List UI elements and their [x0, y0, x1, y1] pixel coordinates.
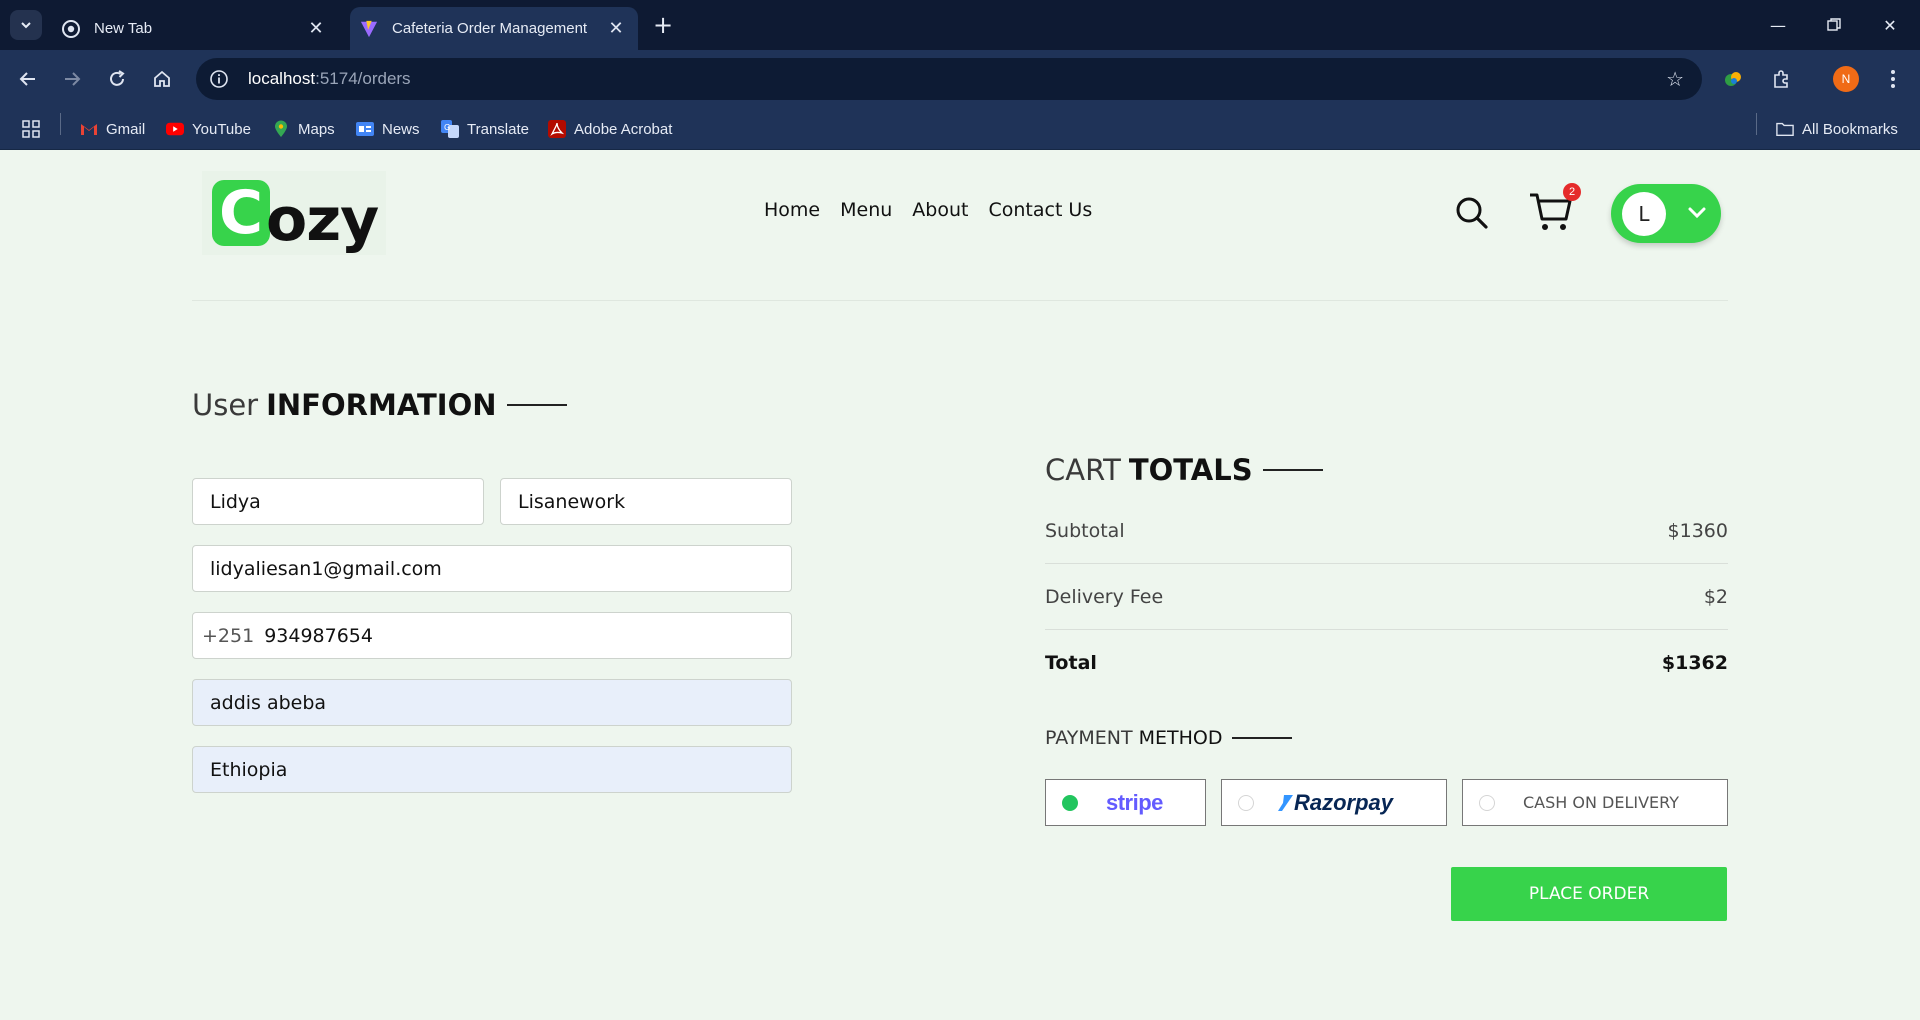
- gmail-icon: [80, 120, 98, 138]
- site-logo[interactable]: C ozy: [202, 171, 386, 255]
- email-input[interactable]: lidyaliesan1@gmail.com: [192, 545, 792, 592]
- total-label: Total: [1045, 652, 1097, 674]
- country-input[interactable]: Ethiopia: [192, 746, 792, 793]
- tab-cafeteria[interactable]: Cafeteria Order Management ✕: [350, 7, 638, 50]
- delivery-fee-row: Delivery Fee $2: [1045, 564, 1728, 630]
- page-content: C ozy Home Menu About Contact Us 2 L Use…: [0, 151, 1920, 1020]
- cart-totals-title: CART TOTALS: [1045, 453, 1323, 487]
- reload-button[interactable]: [99, 61, 135, 97]
- nav-contact-us[interactable]: Contact Us: [988, 199, 1092, 221]
- user-info-title: User INFORMATION: [192, 388, 567, 422]
- vite-icon: [360, 20, 378, 38]
- news-icon: [356, 120, 374, 138]
- acrobat-icon: [548, 120, 566, 138]
- phone-country-code[interactable]: +251: [202, 625, 254, 647]
- delivery-fee-value: $2: [1703, 585, 1728, 608]
- translate-icon: G: [441, 120, 459, 138]
- radio-unselected[interactable]: [1479, 794, 1495, 811]
- total-value: $1362: [1661, 652, 1728, 674]
- close-window-button[interactable]: ✕: [1862, 0, 1918, 50]
- apps-grid-icon[interactable]: [22, 108, 40, 150]
- payment-option-cod[interactable]: CASH ON DELIVERY: [1462, 779, 1728, 826]
- close-icon[interactable]: ✕: [604, 17, 628, 41]
- user-avatar: L: [1622, 192, 1666, 236]
- site-info-icon[interactable]: [206, 66, 232, 92]
- phone-input[interactable]: +251 934987654: [192, 612, 792, 659]
- chevron-down-icon: [21, 22, 31, 29]
- bookmark-news[interactable]: News: [356, 108, 420, 150]
- back-button[interactable]: [10, 61, 46, 97]
- reload-icon: [110, 70, 125, 86]
- radio-unselected[interactable]: [1238, 794, 1254, 811]
- last-name-input[interactable]: Lisanework: [500, 478, 792, 525]
- cod-label: CASH ON DELIVERY: [1523, 793, 1680, 812]
- tab-title: New Tab: [94, 20, 153, 37]
- total-row: Total $1362: [1045, 630, 1728, 696]
- first-name-input[interactable]: Lidya: [192, 478, 484, 525]
- delivery-fee-label: Delivery Fee: [1045, 585, 1164, 608]
- city-input[interactable]: addis abeba: [192, 679, 792, 726]
- nav-home[interactable]: Home: [764, 199, 820, 221]
- razorpay-mark-icon: [1278, 794, 1293, 811]
- restore-button[interactable]: [1806, 0, 1862, 50]
- arrow-left-icon: [19, 72, 35, 86]
- extensions-puzzle-icon[interactable]: [1764, 62, 1798, 96]
- youtube-icon: [166, 120, 184, 138]
- new-tab-button[interactable]: +: [648, 10, 678, 40]
- logo-letter: C: [212, 180, 270, 246]
- nav-menu[interactable]: Menu: [840, 199, 892, 221]
- tab-title: Cafeteria Order Management: [392, 20, 588, 37]
- browser-toolbar: localhost:5174/orders ☆: [0, 50, 1920, 108]
- address-bar[interactable]: localhost:5174/orders ☆: [196, 58, 1702, 100]
- logo-text: ozy: [266, 185, 379, 255]
- chrome-icon: [62, 19, 80, 38]
- bookmark-maps[interactable]: Maps: [272, 108, 335, 150]
- bookmark-translate[interactable]: G Translate: [441, 108, 529, 150]
- home-icon: [154, 70, 170, 87]
- cart-count-badge: 2: [1563, 183, 1581, 201]
- subtotal-value: $1360: [1667, 519, 1728, 542]
- bookmark-adobe-acrobat[interactable]: Adobe Acrobat: [548, 108, 672, 150]
- user-menu-button[interactable]: L: [1611, 184, 1721, 243]
- chevron-down-icon: [1688, 207, 1706, 219]
- more-menu-icon[interactable]: [1876, 62, 1910, 96]
- bookmark-star-icon[interactable]: ☆: [1666, 67, 1684, 91]
- tab-new-tab[interactable]: New Tab ✕: [52, 7, 338, 50]
- forward-button[interactable]: [54, 61, 90, 97]
- place-order-button[interactable]: PLACE ORDER: [1451, 867, 1727, 921]
- close-icon[interactable]: ✕: [304, 17, 328, 41]
- url-text: localhost:5174/orders: [248, 69, 411, 88]
- maps-pin-icon: [272, 120, 290, 138]
- extension-icon[interactable]: [1716, 62, 1750, 96]
- bookmark-youtube[interactable]: YouTube: [166, 108, 251, 150]
- payment-option-stripe[interactable]: stripe: [1045, 779, 1206, 826]
- subtotal-label: Subtotal: [1045, 519, 1125, 542]
- svg-text:G: G: [444, 123, 450, 132]
- bookmark-gmail[interactable]: Gmail: [80, 108, 145, 150]
- home-button[interactable]: [144, 61, 180, 97]
- nav-about[interactable]: About: [912, 199, 968, 221]
- payment-option-razorpay[interactable]: Razorpay: [1221, 779, 1447, 826]
- all-bookmarks[interactable]: All Bookmarks: [1776, 108, 1898, 150]
- search-icon: [1456, 197, 1488, 229]
- minimize-button[interactable]: —: [1750, 0, 1806, 50]
- payment-method-title: PAYMENT METHOD: [1045, 727, 1293, 749]
- profile-avatar[interactable]: N: [1833, 66, 1859, 92]
- radio-selected[interactable]: [1062, 794, 1078, 811]
- main-nav: Home Menu About Contact Us: [764, 199, 1092, 221]
- search-button[interactable]: [1454, 195, 1490, 231]
- restore-icon: [1827, 18, 1841, 31]
- phone-number: 934987654: [264, 624, 373, 647]
- razorpay-logo: Razorpay: [1278, 790, 1393, 816]
- tab-search-button[interactable]: [10, 10, 42, 40]
- browser-tabstrip: New Tab ✕ Cafeteria Order Management ✕ +…: [0, 0, 1920, 50]
- folder-icon: [1776, 120, 1794, 138]
- header-divider: [192, 300, 1728, 301]
- arrow-right-icon: [65, 72, 81, 86]
- subtotal-row: Subtotal $1360: [1045, 498, 1728, 564]
- stripe-logo: stripe: [1106, 789, 1163, 815]
